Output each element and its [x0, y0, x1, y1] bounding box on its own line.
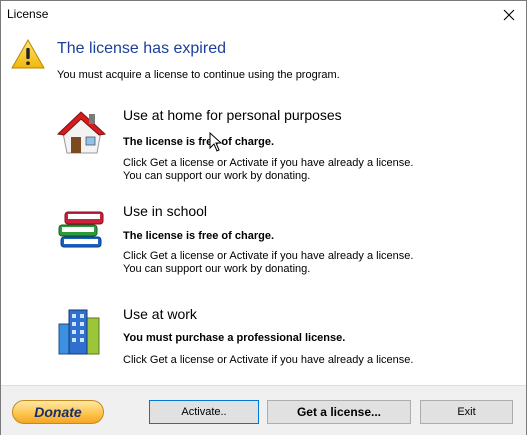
section-license-note: The license is free of charge.	[123, 230, 275, 242]
office-building-icon	[58, 309, 100, 355]
section-instruction: Click Get a license or Activate if you h…	[123, 250, 414, 262]
donate-button[interactable]: Donate	[12, 400, 104, 424]
close-button[interactable]	[492, 1, 526, 29]
license-dialog: License The license has expired You must…	[0, 0, 527, 435]
section-donate-note: You can support our work by donating.	[123, 263, 311, 275]
title-bar[interactable]: License	[1, 1, 526, 29]
page-subtitle: You must acquire a license to continue u…	[57, 69, 340, 81]
close-icon	[503, 9, 515, 21]
exit-button[interactable]: Exit	[420, 400, 513, 424]
section-donate-note: You can support our work by donating.	[123, 170, 311, 182]
activate-button[interactable]: Activate..	[149, 400, 259, 424]
books-icon	[58, 211, 104, 248]
section-instruction: Click Get a license or Activate if you h…	[123, 157, 414, 169]
house-icon	[56, 111, 107, 154]
warning-icon	[11, 39, 45, 69]
mouse-cursor-icon	[209, 132, 223, 152]
get-license-label: Get a license...	[296, 405, 382, 419]
page-title: The license has expired	[57, 40, 226, 57]
section-instruction: Click Get a license or Activate if you h…	[123, 354, 414, 366]
get-license-button[interactable]: Get a license...	[267, 400, 411, 424]
section-license-note: The license is free of charge.	[123, 136, 275, 148]
section-title: Use at work	[123, 306, 197, 322]
section-school: Use in school The license is free of cha…	[55, 203, 515, 283]
button-bar: Donate Activate.. Get a license... Exit	[1, 385, 526, 435]
window-title: License	[7, 7, 49, 21]
section-work: Use at work You must purchase a professi…	[55, 306, 515, 376]
section-title: Use at home for personal purposes	[123, 107, 342, 123]
section-home: Use at home for personal purposes The li…	[55, 107, 515, 187]
section-license-note: You must purchase a professional license…	[123, 332, 346, 344]
section-title: Use in school	[123, 203, 208, 219]
